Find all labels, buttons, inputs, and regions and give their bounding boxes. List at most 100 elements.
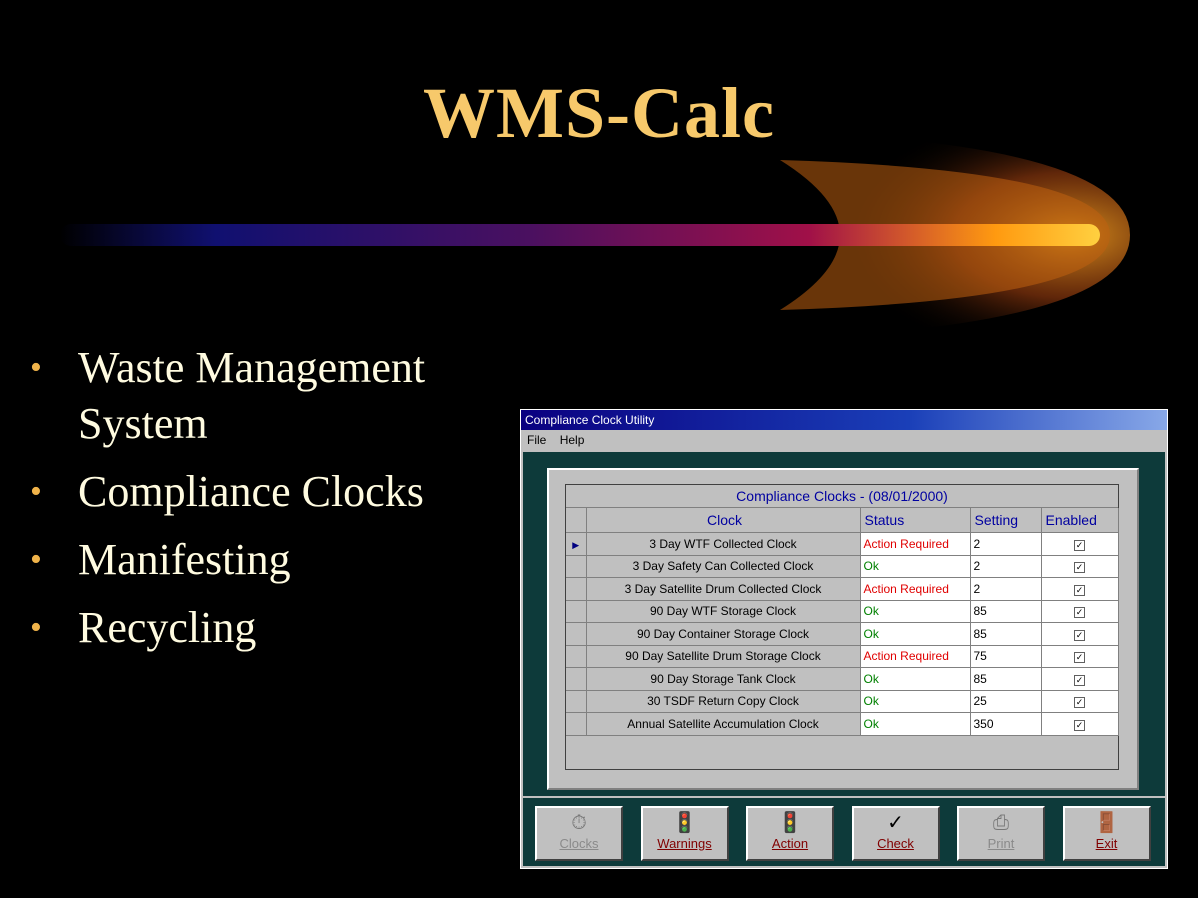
clock-name-cell: Annual Satellite Accumulation Clock: [586, 712, 861, 736]
enabled-cell[interactable]: ✓: [1041, 645, 1119, 668]
table-row[interactable]: 90 Day Storage Tank Clock Ok 85 ✓: [566, 667, 1119, 691]
table-row[interactable]: Annual Satellite Accumulation Clock Ok 350…: [566, 712, 1119, 736]
stopwatch-icon: ⏱: [571, 812, 587, 834]
enabled-checkbox[interactable]: ✓: [1074, 697, 1085, 709]
row-indicator[interactable]: [566, 577, 587, 601]
enabled-checkbox[interactable]: ✓: [1074, 674, 1085, 686]
bullet-list: • Waste Management System • Compliance Clo…: [30, 340, 478, 668]
menu-help[interactable]: Help: [560, 433, 585, 447]
action-button[interactable]: 🚦 Action: [746, 806, 834, 861]
row-indicator[interactable]: [566, 555, 587, 578]
column-header-enabled[interactable]: Enabled: [1041, 508, 1119, 533]
row-indicator[interactable]: [566, 645, 587, 668]
clock-name-cell: 90 Day Storage Tank Clock: [586, 667, 861, 691]
print-button[interactable]: ⎙ Print: [957, 806, 1045, 861]
enabled-checkbox[interactable]: ✓: [1074, 584, 1085, 596]
row-indicator[interactable]: ▶: [566, 532, 587, 556]
table-row[interactable]: 90 Day Container Storage Clock Ok 85 ✓: [566, 622, 1119, 646]
enabled-cell[interactable]: ✓: [1041, 532, 1119, 556]
table-row[interactable]: 90 Day WTF Storage Clock Ok 85 ✓: [566, 600, 1119, 623]
traffic-light-icon: 🚦: [672, 812, 697, 834]
bullet-dot-icon: •: [30, 609, 42, 646]
row-indicator[interactable]: [566, 690, 587, 713]
table-header-row: Clock Status Setting Enabled: [566, 508, 1119, 533]
bullet-dot-icon: •: [30, 541, 42, 578]
exit-door-icon: 🚪: [1094, 812, 1119, 834]
status-cell[interactable]: Ok: [860, 690, 971, 713]
bullet-item: • Manifesting: [30, 532, 478, 588]
setting-cell[interactable]: 85: [970, 667, 1042, 691]
table-row[interactable]: 30 TSDF Return Copy Clock Ok 25 ✓: [566, 690, 1119, 713]
clock-name-cell: 3 Day Safety Can Collected Clock: [586, 555, 861, 578]
enabled-cell[interactable]: ✓: [1041, 577, 1119, 601]
enabled-cell[interactable]: ✓: [1041, 712, 1119, 736]
exit-button-label: Exit: [1095, 836, 1118, 851]
enabled-checkbox[interactable]: ✓: [1074, 539, 1085, 551]
setting-cell[interactable]: 350: [970, 712, 1042, 736]
grid-caption: Compliance Clocks - (08/01/2000): [566, 485, 1118, 508]
column-header-setting[interactable]: Setting: [970, 508, 1042, 533]
slide-title: WMS-Calc: [423, 73, 775, 153]
window-client-area: Compliance Clocks - (08/01/2000) Clock S…: [523, 452, 1165, 796]
clock-name-cell: 90 Day WTF Storage Clock: [586, 600, 861, 623]
bullet-item: • Recycling: [30, 600, 478, 656]
button-toolbar: ⏱ Clocks 🚦 Warnings 🚦 Action ✓ Check ⎙ Print 🚪 Exit: [523, 798, 1165, 866]
enabled-checkbox[interactable]: ✓: [1074, 607, 1085, 619]
setting-cell[interactable]: 85: [970, 600, 1042, 623]
enabled-cell[interactable]: ✓: [1041, 690, 1119, 713]
warnings-button-label: Warnings: [657, 836, 712, 851]
action-button-label: Action: [771, 836, 809, 851]
row-indicator[interactable]: [566, 667, 587, 691]
enabled-cell[interactable]: ✓: [1041, 667, 1119, 691]
status-cell[interactable]: Ok: [860, 667, 971, 691]
table-row[interactable]: 3 Day Safety Can Collected Clock Ok 2 ✓: [566, 555, 1119, 578]
status-cell[interactable]: Action Required: [860, 532, 971, 556]
row-indicator[interactable]: [566, 712, 587, 736]
clocks-button-label: Clocks: [559, 836, 599, 851]
print-button-label: Print: [987, 836, 1015, 851]
enabled-checkbox[interactable]: ✓: [1074, 719, 1085, 731]
enabled-cell[interactable]: ✓: [1041, 555, 1119, 578]
table-row[interactable]: 3 Day Satellite Drum Collected Clock Acti…: [566, 577, 1119, 601]
setting-cell[interactable]: 85: [970, 622, 1042, 646]
row-indicator[interactable]: [566, 622, 587, 646]
check-button[interactable]: ✓ Check: [851, 806, 940, 861]
compliance-clocks-grid: Compliance Clocks - (08/01/2000) Clock S…: [565, 484, 1119, 770]
status-cell[interactable]: Ok: [860, 600, 971, 623]
setting-cell[interactable]: 25: [970, 690, 1042, 713]
status-cell[interactable]: Action Required: [860, 645, 971, 668]
enabled-checkbox[interactable]: ✓: [1074, 629, 1085, 641]
warnings-button[interactable]: 🚦 Warnings: [640, 806, 729, 861]
enabled-cell[interactable]: ✓: [1041, 622, 1119, 646]
table-row[interactable]: ▶ 3 Day WTF Collected Clock Action Require…: [566, 532, 1119, 556]
setting-cell[interactable]: 2: [970, 532, 1042, 556]
status-cell[interactable]: Ok: [860, 555, 971, 578]
bullet-item: • Compliance Clocks: [30, 464, 478, 520]
enabled-checkbox[interactable]: ✓: [1074, 562, 1085, 574]
clock-name-cell: 90 Day Container Storage Clock: [586, 622, 861, 646]
setting-cell[interactable]: 2: [970, 577, 1042, 601]
clocks-table: Clock Status Setting Enabled ▶ 3 Day WTF …: [566, 508, 1119, 736]
check-button-label: Check: [877, 836, 914, 851]
enabled-cell[interactable]: ✓: [1041, 600, 1119, 623]
status-cell[interactable]: Action Required: [860, 577, 971, 601]
clocks-button[interactable]: ⏱ Clocks: [535, 806, 623, 861]
menu-file[interactable]: File: [527, 433, 546, 447]
checkmark-icon: ✓: [887, 812, 904, 834]
window-title-bar[interactable]: Compliance Clock Utility: [521, 410, 1167, 430]
clock-name-cell: 90 Day Satellite Drum Storage Clock: [586, 645, 861, 668]
setting-cell[interactable]: 75: [970, 645, 1042, 668]
status-cell[interactable]: Ok: [860, 712, 971, 736]
clock-name-cell: 30 TSDF Return Copy Clock: [586, 690, 861, 713]
status-cell[interactable]: Ok: [860, 622, 971, 646]
column-header-status[interactable]: Status: [860, 508, 971, 533]
setting-cell[interactable]: 2: [970, 555, 1042, 578]
compliance-clock-window: Compliance Clock Utility File Help Compl…: [520, 409, 1168, 869]
bullet-dot-icon: •: [30, 473, 42, 510]
enabled-checkbox[interactable]: ✓: [1074, 652, 1085, 664]
exit-button[interactable]: 🚪 Exit: [1062, 806, 1151, 861]
column-header-clock[interactable]: Clock: [586, 508, 861, 533]
table-row[interactable]: 90 Day Satellite Drum Storage Clock Actio…: [566, 645, 1119, 668]
clock-name-cell: 3 Day WTF Collected Clock: [586, 532, 861, 556]
row-indicator[interactable]: [566, 600, 587, 623]
